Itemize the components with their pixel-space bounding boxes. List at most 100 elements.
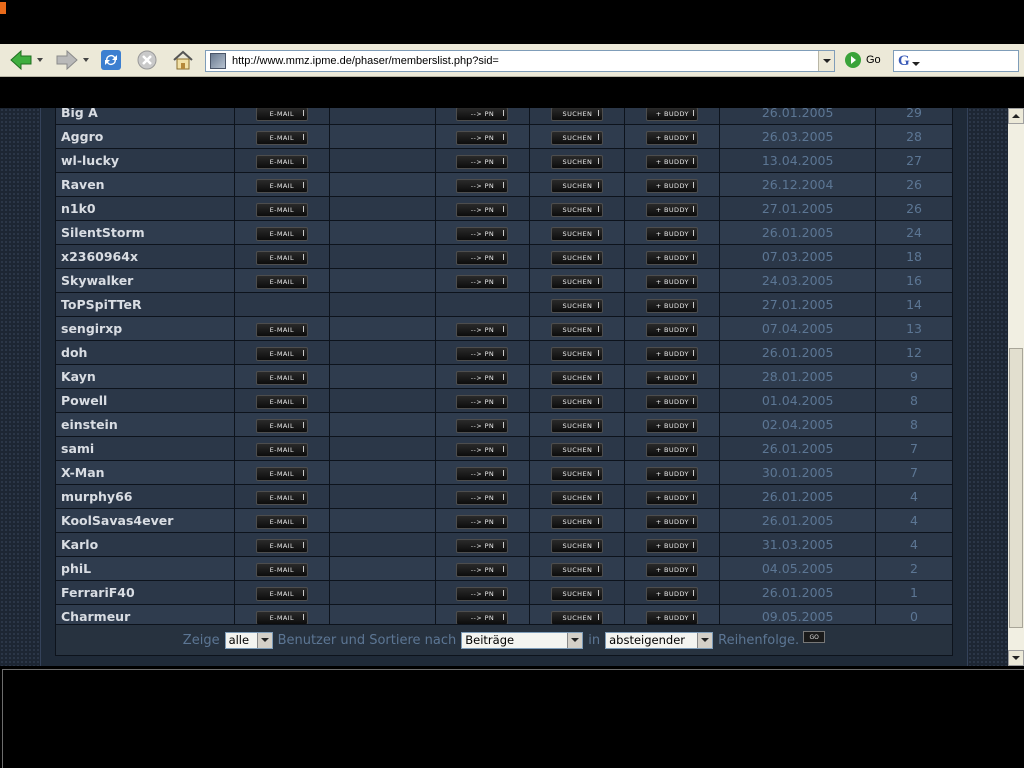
search-posts-button[interactable]: SUCHEN (551, 395, 604, 409)
stop-button[interactable] (134, 48, 160, 72)
add-buddy-button[interactable]: + BUDDY (646, 179, 699, 193)
add-buddy-button[interactable]: + BUDDY (646, 563, 699, 577)
add-buddy-button[interactable]: + BUDDY (646, 611, 699, 625)
add-buddy-button[interactable]: + BUDDY (646, 108, 699, 121)
sort-select[interactable]: Beiträge (461, 631, 584, 649)
search-posts-button[interactable]: SUCHEN (551, 203, 604, 217)
forward-dropdown-icon[interactable] (83, 58, 89, 62)
forward-button[interactable] (52, 48, 92, 72)
email-button[interactable]: E-MAIL (255, 275, 308, 289)
add-buddy-button[interactable]: + BUDDY (646, 491, 699, 505)
pm-button[interactable]: --> PN (456, 563, 509, 577)
add-buddy-button[interactable]: + BUDDY (646, 395, 699, 409)
member-name[interactable]: sami (55, 436, 235, 461)
search-posts-button[interactable]: SUCHEN (551, 539, 604, 553)
member-name[interactable]: einstein (55, 412, 235, 437)
pm-button[interactable]: --> PN (456, 108, 509, 121)
search-posts-button[interactable]: SUCHEN (551, 563, 604, 577)
scroll-down-button[interactable] (1008, 650, 1024, 666)
pm-button[interactable]: --> PN (456, 347, 509, 361)
back-button[interactable] (6, 48, 46, 72)
member-name[interactable]: x2360964x (55, 244, 235, 269)
add-buddy-button[interactable]: + BUDDY (646, 515, 699, 529)
member-name[interactable]: Skywalker (55, 268, 235, 293)
member-name[interactable]: KoolSavas4ever (55, 508, 235, 533)
add-buddy-button[interactable]: + BUDDY (646, 467, 699, 481)
search-posts-button[interactable]: SUCHEN (551, 467, 604, 481)
pm-button[interactable]: --> PN (456, 419, 509, 433)
pm-button[interactable]: --> PN (456, 467, 509, 481)
search-posts-button[interactable]: SUCHEN (551, 443, 604, 457)
go-button[interactable]: Go (845, 52, 881, 68)
add-buddy-button[interactable]: + BUDDY (646, 347, 699, 361)
url-input[interactable] (232, 52, 818, 70)
search-box[interactable]: G (893, 50, 1019, 72)
search-posts-button[interactable]: SUCHEN (551, 131, 604, 145)
email-button[interactable]: E-MAIL (255, 563, 308, 577)
member-name[interactable]: phiL (55, 556, 235, 581)
search-posts-button[interactable]: SUCHEN (551, 227, 604, 241)
member-name[interactable]: murphy66 (55, 484, 235, 509)
add-buddy-button[interactable]: + BUDDY (646, 371, 699, 385)
search-posts-button[interactable]: SUCHEN (551, 251, 604, 265)
add-buddy-button[interactable]: + BUDDY (646, 227, 699, 241)
search-posts-button[interactable]: SUCHEN (551, 347, 604, 361)
email-button[interactable]: E-MAIL (255, 467, 308, 481)
member-name[interactable]: Raven (55, 172, 235, 197)
pm-button[interactable]: --> PN (456, 443, 509, 457)
email-button[interactable]: E-MAIL (255, 251, 308, 265)
email-button[interactable]: E-MAIL (255, 131, 308, 145)
add-buddy-button[interactable]: + BUDDY (646, 419, 699, 433)
email-button[interactable]: E-MAIL (255, 371, 308, 385)
search-posts-button[interactable]: SUCHEN (551, 179, 604, 193)
member-name[interactable]: n1k0 (55, 196, 235, 221)
member-name[interactable]: Big A (55, 108, 235, 125)
email-button[interactable]: E-MAIL (255, 491, 308, 505)
email-button[interactable]: E-MAIL (255, 443, 308, 457)
email-button[interactable]: E-MAIL (255, 203, 308, 217)
pm-button[interactable]: --> PN (456, 395, 509, 409)
email-button[interactable]: E-MAIL (255, 108, 308, 121)
refresh-button[interactable] (98, 48, 124, 72)
pm-button[interactable]: --> PN (456, 227, 509, 241)
url-dropdown-button[interactable] (818, 51, 834, 71)
pm-button[interactable]: --> PN (456, 203, 509, 217)
pm-button[interactable]: --> PN (456, 131, 509, 145)
member-name[interactable]: Kayn (55, 364, 235, 389)
email-button[interactable]: E-MAIL (255, 587, 308, 601)
search-posts-button[interactable]: SUCHEN (551, 491, 604, 505)
email-button[interactable]: E-MAIL (255, 179, 308, 193)
member-name[interactable]: Karlo (55, 532, 235, 557)
search-engine-logo[interactable]: G (898, 53, 910, 70)
search-posts-button[interactable]: SUCHEN (551, 419, 604, 433)
add-buddy-button[interactable]: + BUDDY (646, 539, 699, 553)
order-select[interactable]: absteigender (605, 631, 714, 649)
pm-button[interactable]: --> PN (456, 539, 509, 553)
email-button[interactable]: E-MAIL (255, 227, 308, 241)
pm-button[interactable]: --> PN (456, 611, 509, 625)
member-name[interactable]: FerrariF40 (55, 580, 235, 605)
pm-button[interactable]: --> PN (456, 491, 509, 505)
pm-button[interactable]: --> PN (456, 515, 509, 529)
search-posts-button[interactable]: SUCHEN (551, 299, 604, 313)
member-name[interactable]: Powell (55, 388, 235, 413)
email-button[interactable]: E-MAIL (255, 419, 308, 433)
pm-button[interactable]: --> PN (456, 275, 509, 289)
member-name[interactable]: ToPSpiTTeR (55, 292, 235, 317)
search-posts-button[interactable]: SUCHEN (551, 108, 604, 121)
add-buddy-button[interactable]: + BUDDY (646, 203, 699, 217)
add-buddy-button[interactable]: + BUDDY (646, 251, 699, 265)
email-button[interactable]: E-MAIL (255, 347, 308, 361)
scrollbar-thumb[interactable] (1009, 348, 1023, 628)
add-buddy-button[interactable]: + BUDDY (646, 323, 699, 337)
search-engine-dropdown-icon[interactable] (911, 62, 920, 66)
pm-button[interactable]: --> PN (456, 155, 509, 169)
address-bar[interactable] (205, 50, 835, 72)
add-buddy-button[interactable]: + BUDDY (646, 275, 699, 289)
vertical-scrollbar[interactable] (1008, 108, 1024, 666)
email-button[interactable]: E-MAIL (255, 155, 308, 169)
add-buddy-button[interactable]: + BUDDY (646, 299, 699, 313)
pm-button[interactable]: --> PN (456, 251, 509, 265)
search-posts-button[interactable]: SUCHEN (551, 587, 604, 601)
member-name[interactable]: Aggro (55, 124, 235, 149)
